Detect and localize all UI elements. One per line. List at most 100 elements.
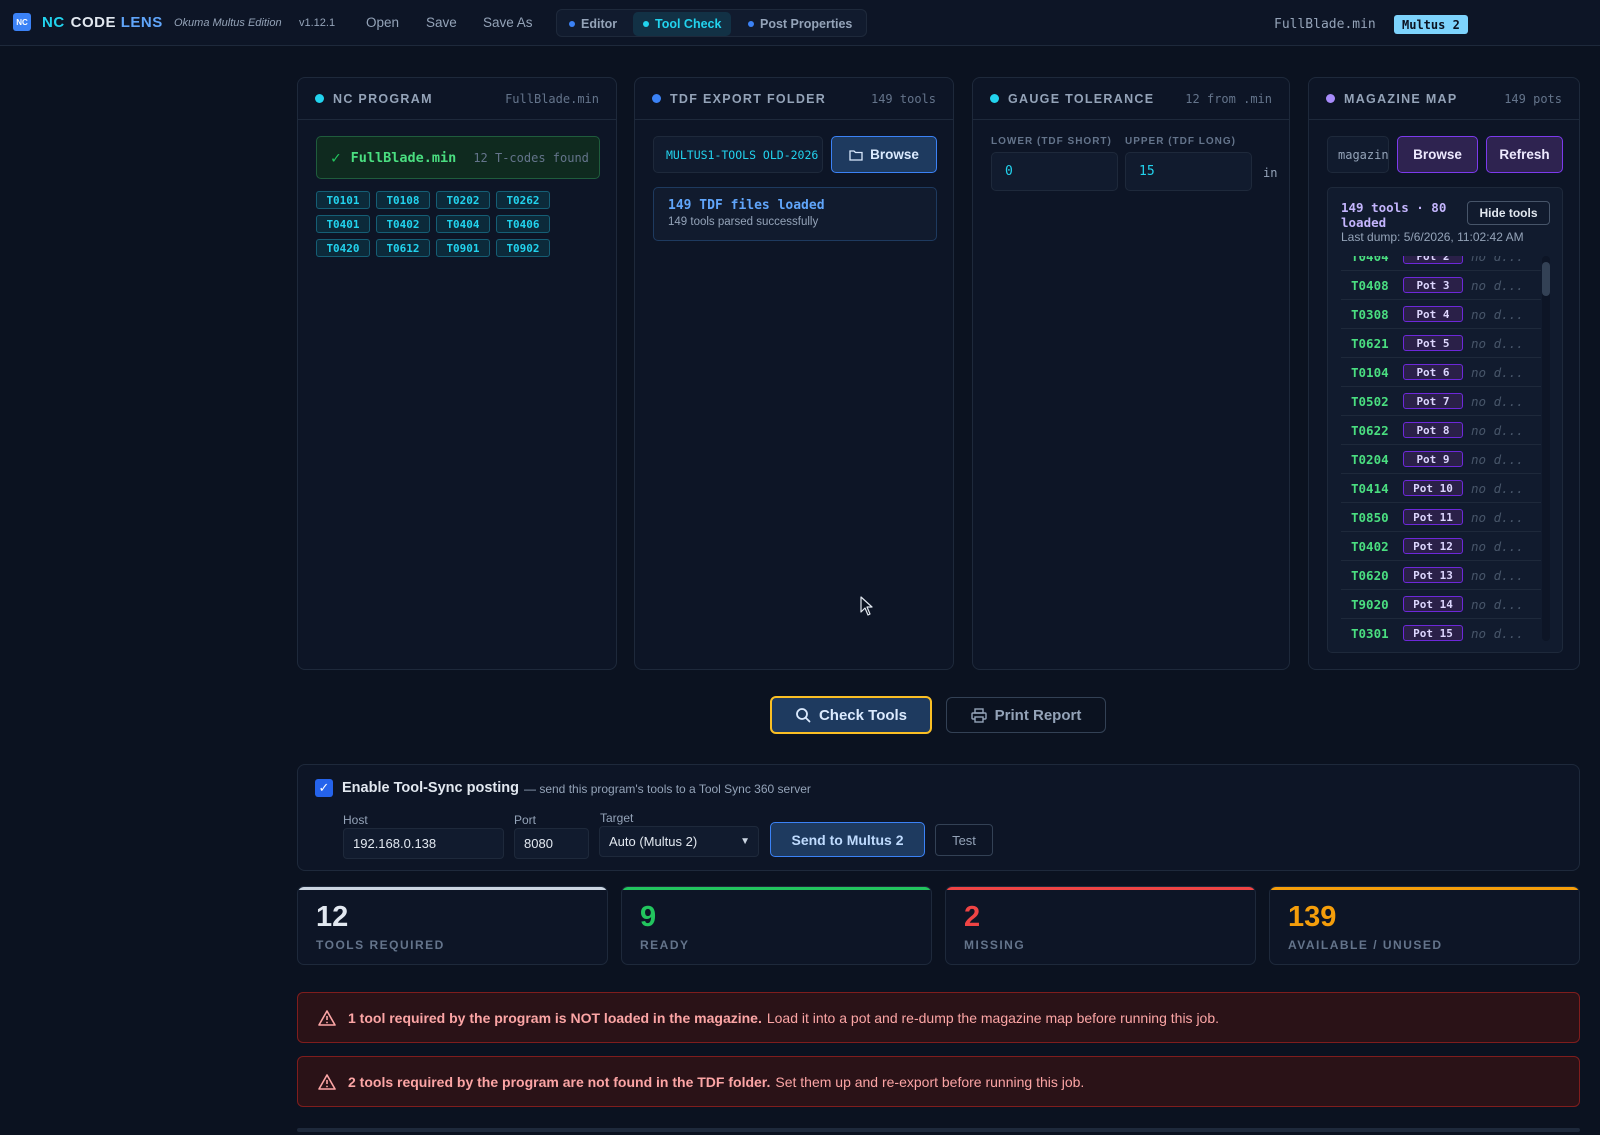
magazine-scrollbar[interactable] [1542, 256, 1550, 641]
tab-label: Editor [581, 17, 618, 31]
load-status-title: 149 TDF files loaded [668, 198, 825, 213]
pot-badge: Pot 7 [1403, 393, 1463, 409]
magazine-row[interactable]: T0404 Pot 2 no d... [1341, 256, 1541, 271]
pot-badge: Pot 9 [1403, 451, 1463, 467]
pot-badge: Pot 13 [1403, 567, 1463, 583]
magazine-tool-list: 149 tools · 80 loaded Hide tools Last du… [1327, 187, 1563, 653]
tab-tool-check[interactable]: Tool Check [633, 12, 732, 36]
alert-strong-text: 2 tools required by the program are not … [348, 1073, 771, 1090]
magazine-row[interactable]: T0308 Pot 4 no d... [1341, 300, 1541, 329]
stat-label: AVAILABLE / UNUSED [1288, 938, 1443, 952]
sync-subtitle: — send this program's tools to a Tool Sy… [524, 782, 811, 796]
print-report-button[interactable]: Print Report [946, 697, 1106, 733]
tool-description: no d... [1471, 306, 1524, 322]
stat-accent-bar [1270, 887, 1579, 890]
tool-id: T0622 [1351, 422, 1389, 438]
tdf-browse-button[interactable]: Browse [831, 136, 937, 173]
pot-badge: Pot 2 [1403, 256, 1463, 264]
save-button[interactable]: Save [426, 15, 457, 30]
check-tools-button[interactable]: Check Tools [770, 696, 932, 734]
panel-title: MAGAZINE MAP [1344, 91, 1458, 106]
tcode-chip: T0108 [376, 191, 430, 209]
tcode-list: T0101 T0108 T0202 T0262 T0401 T0402 T040… [316, 191, 556, 257]
tcode-chip: T0202 [436, 191, 490, 209]
upper-tolerance-input[interactable]: 15 [1125, 152, 1252, 191]
brand-code: CODE [70, 14, 117, 31]
status-dot-icon [1326, 94, 1335, 103]
magazine-refresh-button[interactable]: Refresh [1486, 136, 1563, 173]
tab-dot-icon [748, 21, 754, 27]
target-select[interactable]: Auto (Multus 2) ▼ [599, 826, 759, 857]
magazine-row[interactable]: T0622 Pot 8 no d... [1341, 416, 1541, 445]
program-file-name: FullBlade.min [350, 149, 457, 166]
magazine-path-input[interactable]: magazine [1327, 136, 1389, 173]
tool-id: T0404 [1351, 256, 1389, 264]
tab-editor[interactable]: Editor [559, 12, 627, 36]
tool-id: T0850 [1351, 509, 1389, 525]
button-label: Browse [870, 147, 919, 162]
tcode-chip: T0420 [316, 239, 370, 257]
magazine-row[interactable]: T0204 Pot 9 no d... [1341, 445, 1541, 474]
panel-header: MAGAZINE MAP 149 pots [1309, 78, 1579, 120]
magazine-row[interactable]: T9020 Pot 14 no d... [1341, 590, 1541, 619]
tool-description: no d... [1471, 451, 1524, 467]
save-as-button[interactable]: Save As [483, 15, 533, 30]
tool-id: T0620 [1351, 567, 1389, 583]
tcode-chip: T0101 [316, 191, 370, 209]
port-input[interactable]: 8080 [514, 828, 589, 859]
stat-available-unused: 139 AVAILABLE / UNUSED [1269, 886, 1580, 965]
tdf-load-status: 149 TDF files loaded 149 tools parsed su… [653, 187, 937, 241]
tool-id: T0308 [1351, 306, 1389, 322]
magazine-rows[interactable]: T0404 Pot 2 no d... T0408 Pot 3 no d... T0308 P… [1341, 256, 1551, 644]
stat-accent-bar [298, 887, 607, 890]
magazine-row[interactable]: T0104 Pot 6 no d... [1341, 358, 1541, 387]
send-to-machine-button[interactable]: Send to Multus 2 [770, 822, 925, 857]
tcode-chip: T0402 [376, 215, 430, 233]
alert-detail-text: Set them up and re-export before running… [775, 1073, 1085, 1090]
magazine-row[interactable]: T0408 Pot 3 no d... [1341, 271, 1541, 300]
tab-dot-icon [643, 21, 649, 27]
edition-label: Okuma Multus Edition [174, 17, 282, 29]
tool-description: no d... [1471, 393, 1524, 409]
lower-tolerance-input[interactable]: 0 [991, 152, 1118, 191]
sync-title: Enable Tool-Sync posting [342, 780, 519, 796]
magazine-row[interactable]: T0301 Pot 15 no d... [1341, 619, 1541, 644]
top-bar: NC NC CODE LENS Okuma Multus Edition v1.1… [0, 0, 1600, 46]
stat-label: READY [640, 938, 690, 952]
scrollbar-thumb[interactable] [1542, 262, 1550, 296]
magazine-row[interactable]: T0414 Pot 10 no d... [1341, 474, 1541, 503]
magazine-row[interactable]: T0502 Pot 7 no d... [1341, 387, 1541, 416]
view-tabs: Editor Tool Check Post Properties [556, 9, 867, 37]
test-connection-button[interactable]: Test [935, 824, 993, 856]
tool-id: T0621 [1351, 335, 1389, 351]
stat-ready: 9 READY [621, 886, 932, 965]
magazine-row[interactable]: T0850 Pot 11 no d... [1341, 503, 1541, 532]
panel-header: GAUGE TOLERANCE 12 from .min [973, 78, 1289, 120]
stat-tools-required: 12 TOOLS REQUIRED [297, 886, 608, 965]
magazine-browse-button[interactable]: Browse [1397, 136, 1478, 173]
tcode-chip: T0901 [436, 239, 490, 257]
tool-description: no d... [1471, 625, 1524, 641]
panel-title: NC PROGRAM [333, 91, 433, 106]
magazine-row[interactable]: T0402 Pot 12 no d... [1341, 532, 1541, 561]
tab-label: Post Properties [760, 17, 853, 31]
hide-tools-button[interactable]: Hide tools [1467, 201, 1550, 225]
host-input[interactable]: 192.168.0.138 [343, 828, 504, 859]
tool-id: T0402 [1351, 538, 1389, 554]
open-button[interactable]: Open [366, 15, 399, 30]
tool-description: no d... [1471, 538, 1524, 554]
magazine-row[interactable]: T0621 Pot 5 no d... [1341, 329, 1541, 358]
magazine-row[interactable]: T0620 Pot 13 no d... [1341, 561, 1541, 590]
stat-accent-bar [622, 887, 931, 890]
status-dot-icon [990, 94, 999, 103]
brand-lens: LENS [120, 14, 163, 31]
tdf-path-input[interactable]: MULTUS1-TOOLS OLD-2026 [653, 136, 823, 173]
folder-icon [849, 149, 863, 161]
panel-header: TDF EXPORT FOLDER 149 tools [635, 78, 953, 120]
tab-post-properties[interactable]: Post Properties [738, 12, 862, 36]
stat-label: TOOLS REQUIRED [316, 938, 445, 952]
status-dot-icon [315, 94, 324, 103]
pot-badge: Pot 6 [1403, 364, 1463, 380]
enable-sync-checkbox[interactable]: ✓ [315, 779, 333, 797]
tcode-chip: T0404 [436, 215, 490, 233]
